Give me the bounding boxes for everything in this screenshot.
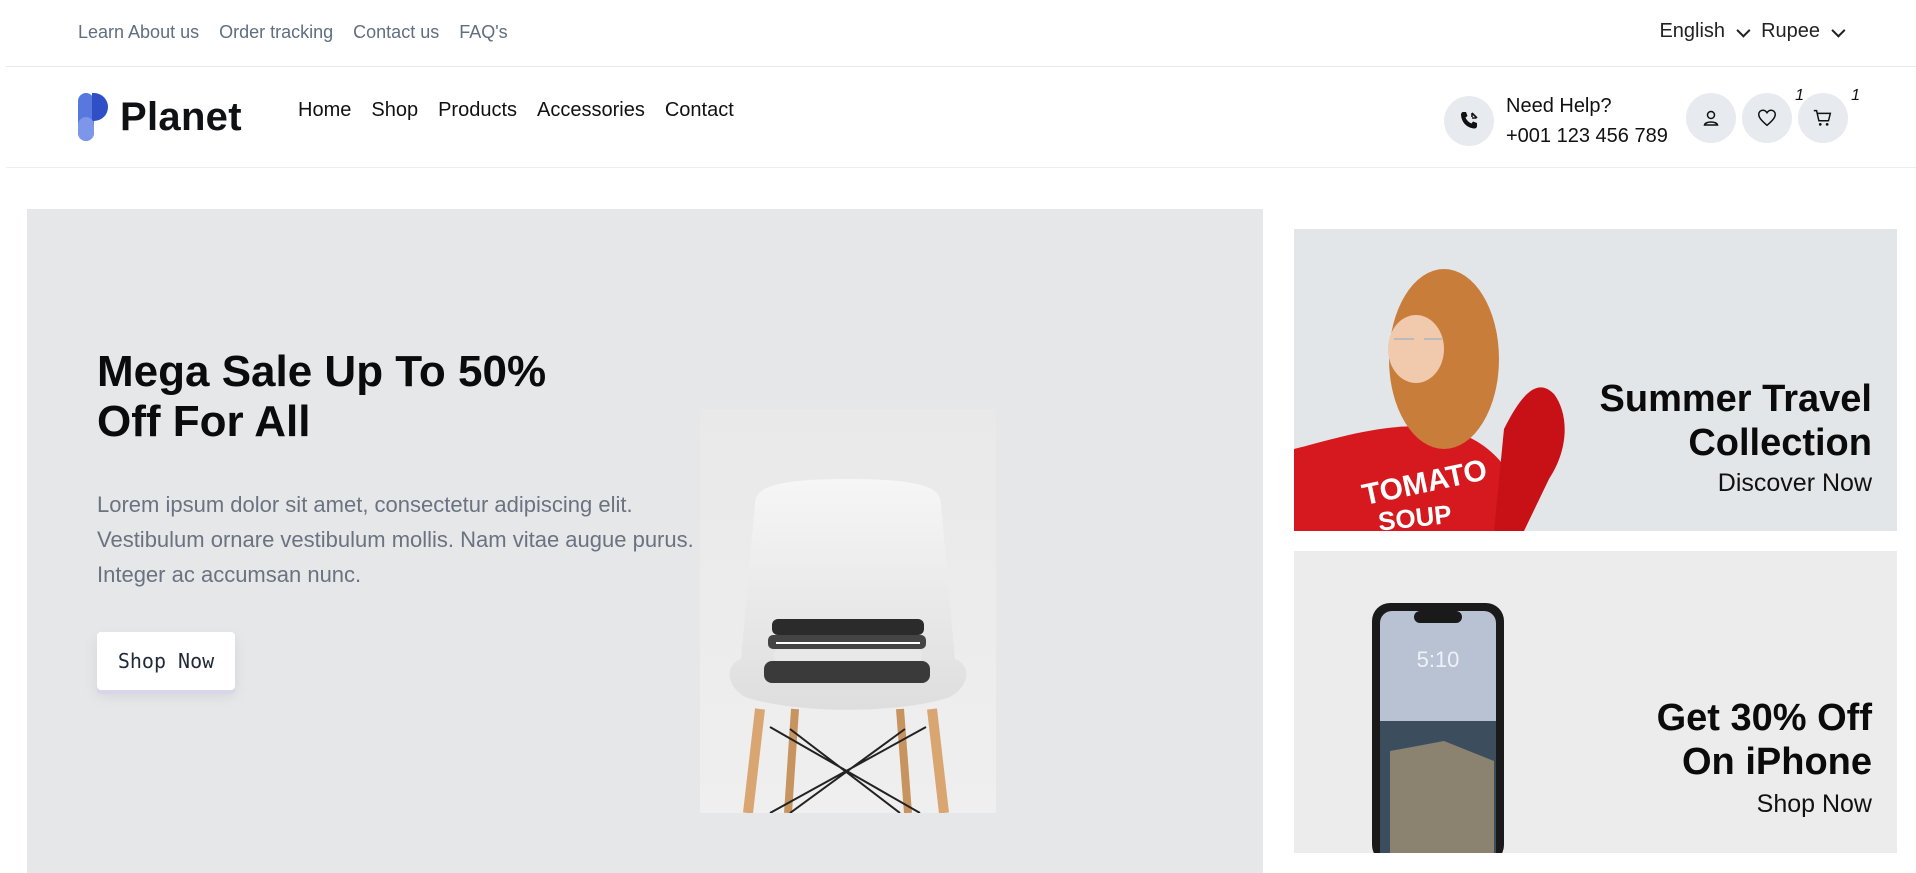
- nav-shop[interactable]: Shop: [371, 99, 418, 122]
- top-links: Learn About us Order tracking Contact us…: [78, 22, 508, 43]
- help-text: Need Help? +001 123 456 789: [1506, 91, 1668, 151]
- hero-title: Mega Sale Up To 50% Off For All: [97, 347, 617, 447]
- phone-icon[interactable]: [1444, 96, 1494, 146]
- hero-description: Lorem ipsum dolor sit amet, consectetur …: [97, 492, 694, 587]
- language-select[interactable]: English: [1659, 20, 1751, 43]
- hero-title-line-1: Mega Sale Up To 50%: [97, 347, 547, 396]
- promo-2-title-line-1: Get 30% Off: [1656, 697, 1872, 739]
- top-tools: English Rupee: [1659, 20, 1846, 43]
- promo-1-title-line-2: Collection: [1688, 422, 1872, 464]
- help-contact: Need Help? +001 123 456 789: [1444, 91, 1668, 151]
- help-label: Need Help?: [1506, 95, 1612, 117]
- contact-us-link[interactable]: Contact us: [353, 22, 439, 43]
- main-nav: Home Shop Products Accessories Contact: [298, 99, 734, 122]
- chevron-down-icon: [1736, 23, 1751, 38]
- nav-home[interactable]: Home: [298, 99, 351, 122]
- main-header: Planet Home Shop Products Accessories Co…: [6, 67, 1916, 168]
- promo-card-summer-travel[interactable]: TOMATO SOUP Summer Travel Collection Dis…: [1294, 229, 1897, 531]
- faq-link[interactable]: FAQ's: [459, 22, 507, 43]
- logo[interactable]: Planet: [78, 93, 242, 141]
- hero-banner: Mega Sale Up To 50% Off For All Lorem ip…: [27, 209, 1263, 873]
- language-label: English: [1659, 20, 1726, 42]
- promo-1-title-line-1: Summer Travel: [1599, 378, 1872, 420]
- heart-icon: [1758, 109, 1776, 127]
- currency-label: Rupee: [1761, 20, 1820, 42]
- promo-card-iphone[interactable]: 5:10 Get 30% Off On iPhone Shop Now: [1294, 551, 1897, 853]
- chevron-down-icon: [1831, 23, 1846, 38]
- cart-count-badge: 1: [1851, 87, 1860, 104]
- hero-title-line-2: Off For All: [97, 397, 311, 446]
- help-phone-number[interactable]: +001 123 456 789: [1506, 121, 1668, 151]
- chair-illustration: [729, 479, 967, 814]
- currency-select[interactable]: Rupee: [1761, 20, 1846, 43]
- nav-products[interactable]: Products: [438, 99, 517, 122]
- cart-button[interactable]: 1: [1798, 87, 1860, 143]
- cart-icon: [1813, 109, 1832, 126]
- promo-2-title: Get 30% Off On iPhone: [1657, 696, 1872, 784]
- nav-contact[interactable]: Contact: [665, 99, 734, 122]
- phone-clock: 5:10: [1417, 647, 1460, 672]
- user-icon: [1703, 110, 1719, 126]
- chair-image: [700, 409, 996, 814]
- header-icons: 1 1: [1686, 87, 1860, 143]
- planet-logo-icon: [78, 93, 108, 141]
- account-button[interactable]: [1686, 93, 1736, 143]
- nav-accessories[interactable]: Accessories: [537, 99, 645, 122]
- wishlist-button[interactable]: 1: [1742, 87, 1804, 143]
- promo-2-title-line-2: On iPhone: [1682, 741, 1872, 783]
- logo-text: Planet: [120, 94, 242, 139]
- top-bar: Learn About us Order tracking Contact us…: [6, 0, 1916, 67]
- promo-1-discover-now-link[interactable]: Discover Now: [1718, 469, 1872, 498]
- hero-shop-now-button[interactable]: Shop Now: [97, 632, 235, 690]
- promo-1-title: Summer Travel Collection: [1600, 377, 1872, 465]
- promo-2-shop-now-link[interactable]: Shop Now: [1757, 790, 1872, 819]
- order-tracking-link[interactable]: Order tracking: [219, 22, 333, 43]
- learn-about-us-link[interactable]: Learn About us: [78, 22, 199, 43]
